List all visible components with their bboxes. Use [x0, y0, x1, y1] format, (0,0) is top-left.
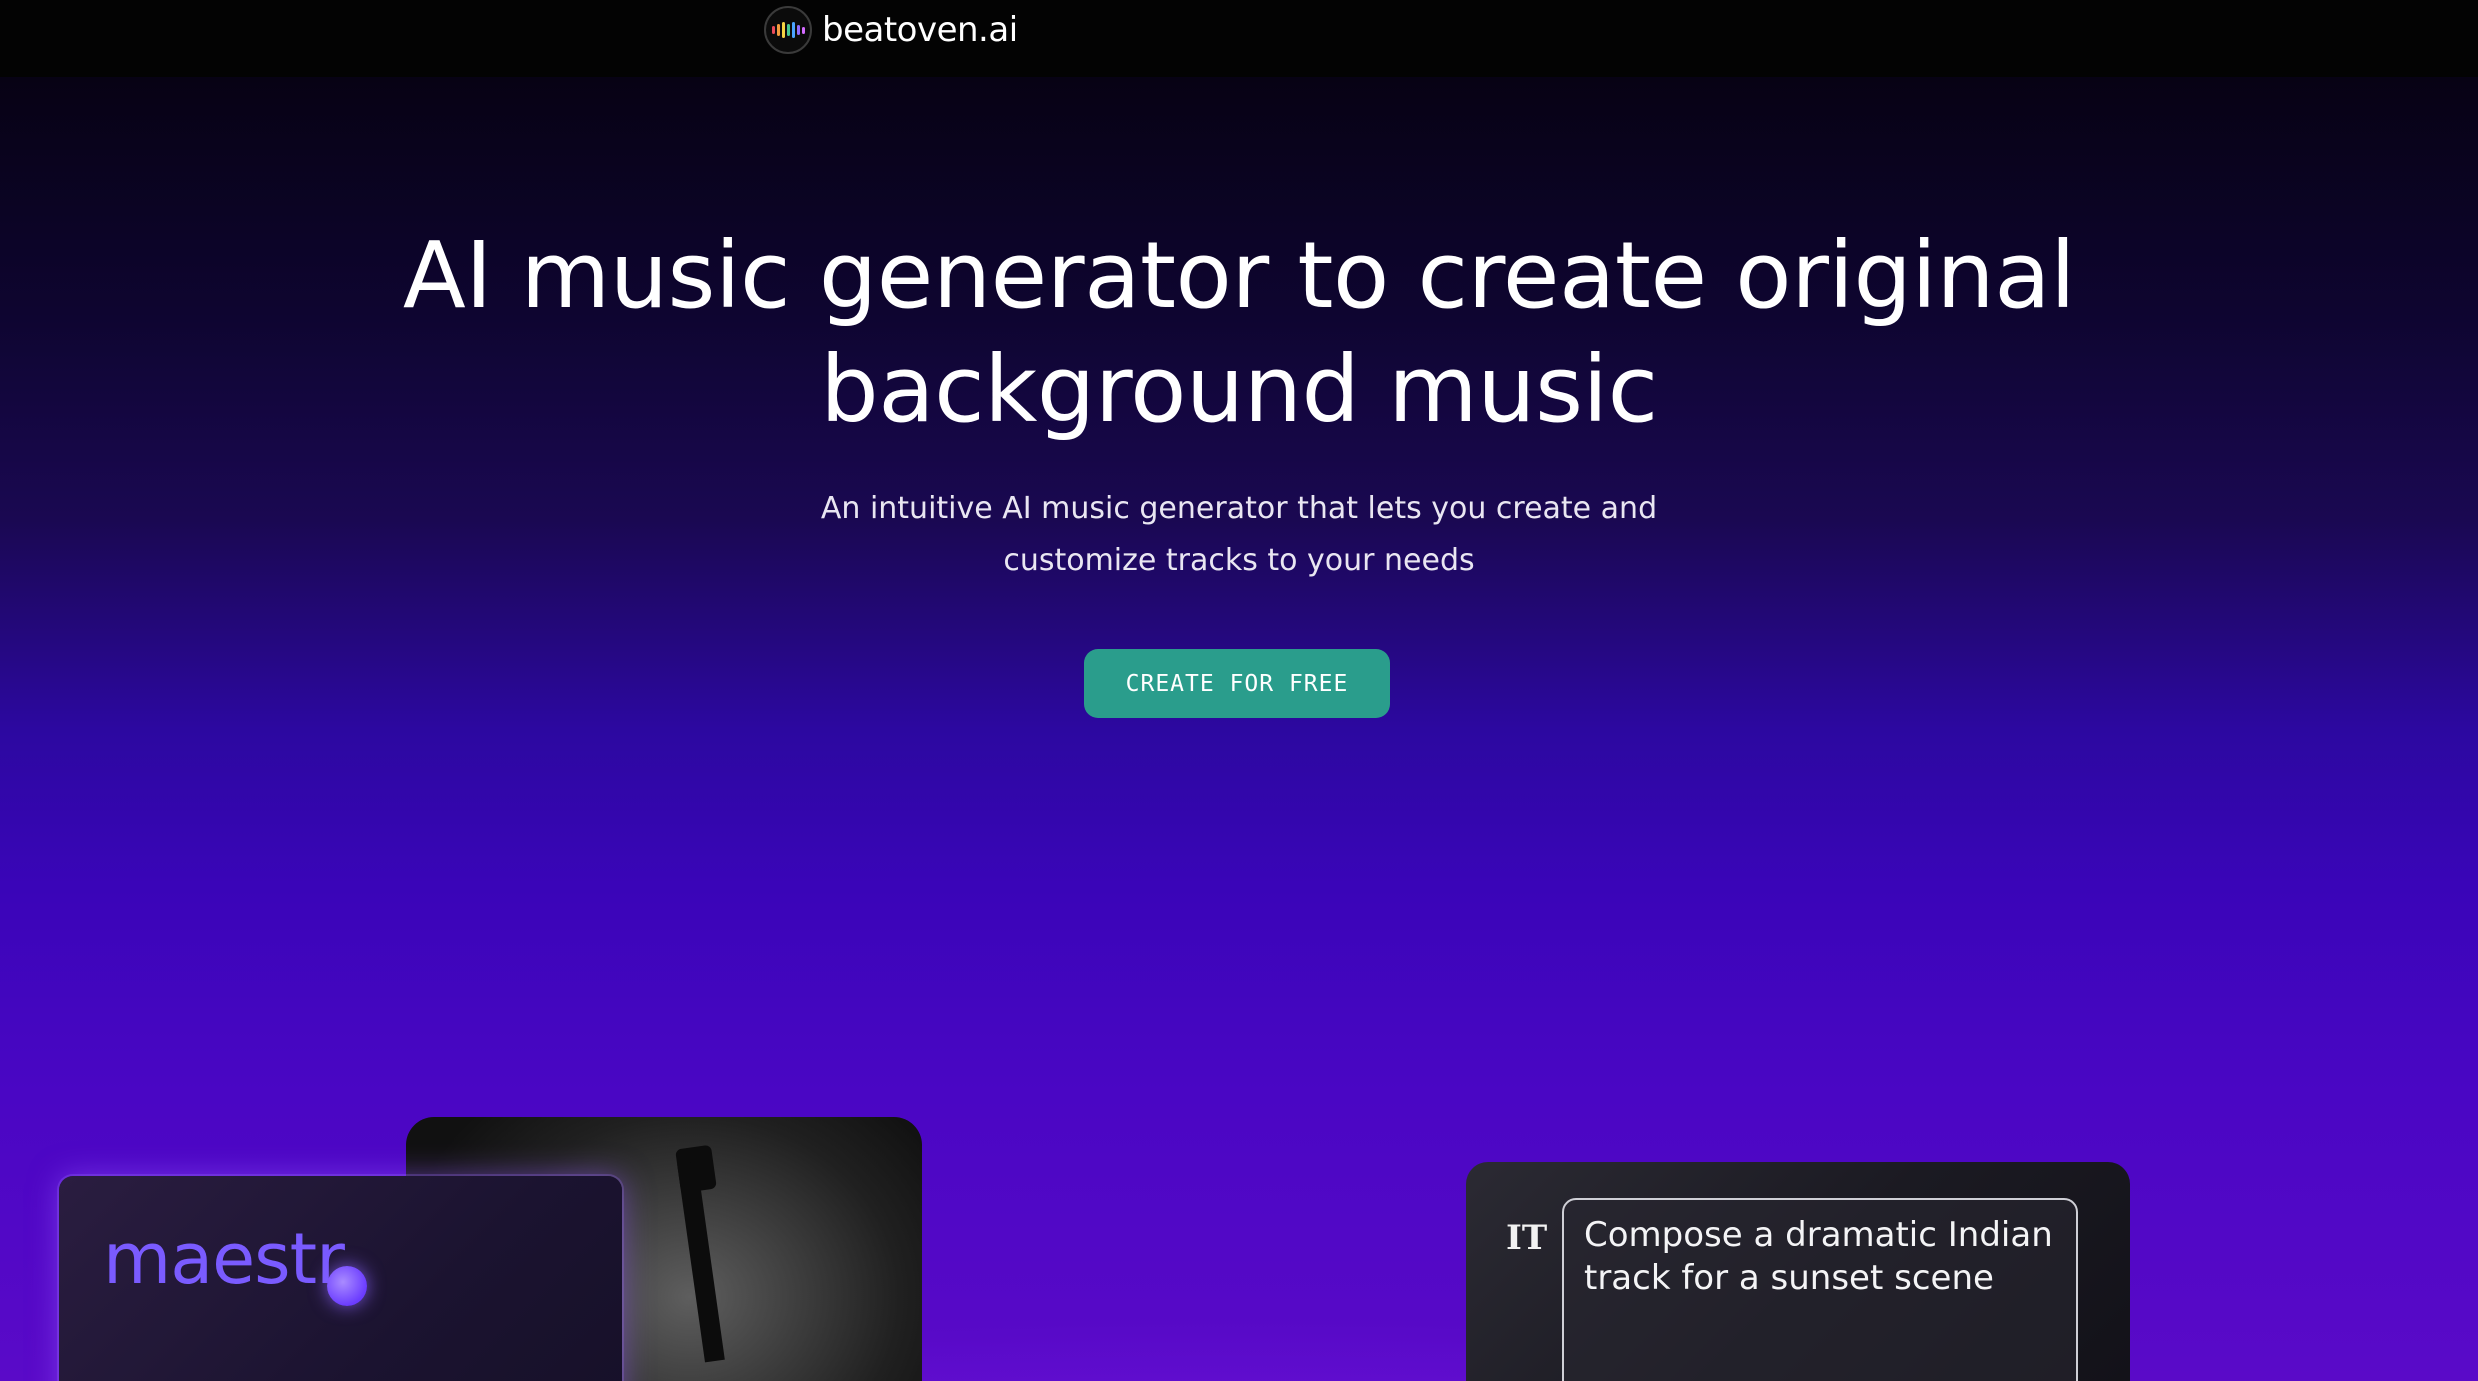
prompt-text-box: Compose a dramatic Indian track for a su…	[1562, 1198, 2078, 1381]
brand-name: beatoven.ai	[822, 10, 1018, 50]
maestro-wordmark: maestr	[103, 1218, 345, 1300]
maestro-orb-icon	[327, 1266, 367, 1306]
guitar-neck-silhouette	[677, 1161, 725, 1363]
create-for-free-button[interactable]: CREATE FOR FREE	[1084, 649, 1390, 718]
hero-subheadline-line-2: customize tracks to your needs	[1003, 543, 1475, 578]
hero-headline: AI music generator to create original ba…	[0, 219, 2478, 447]
logo-bar	[791, 22, 795, 38]
top-navbar: beatoven.ai	[0, 0, 2478, 77]
logo-bar	[801, 26, 805, 34]
logo-bar	[796, 25, 800, 35]
logo-bar	[781, 22, 785, 38]
hero-headline-line-1: AI music generator to create original	[402, 222, 2076, 329]
logo-bar	[786, 24, 790, 36]
logo-bar	[771, 26, 775, 34]
logo-bar	[776, 24, 780, 36]
hero-subheadline: An intuitive AI music generator that let…	[0, 483, 2478, 587]
maestro-card: maestr	[59, 1176, 622, 1381]
beatoven-logo-icon	[764, 6, 812, 54]
hero-subheadline-line-1: An intuitive AI music generator that let…	[820, 491, 1658, 526]
text-prompt-icon: IT	[1506, 1218, 1548, 1258]
brand-logo-link[interactable]: beatoven.ai	[764, 6, 1018, 54]
prompt-card: IT Compose a dramatic Indian track for a…	[1466, 1162, 2130, 1381]
hero-headline-line-2: background music	[820, 336, 1658, 443]
